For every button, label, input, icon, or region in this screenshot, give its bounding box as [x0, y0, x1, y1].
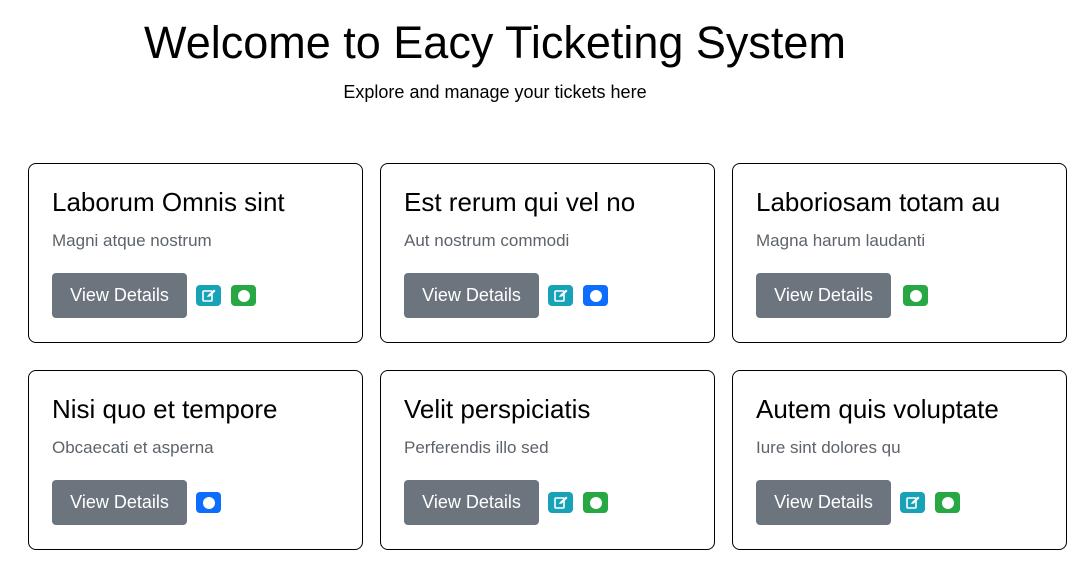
edit-icon[interactable]	[900, 492, 925, 513]
blue-status-icon[interactable]	[583, 285, 608, 306]
green-status-icon[interactable]	[903, 285, 928, 306]
ticket-card: Laborum Omnis sint Magni atque nostrum V…	[28, 163, 363, 343]
status-dot	[941, 496, 954, 509]
ticket-card: Laboriosam totam au Magna harum laudanti…	[732, 163, 1067, 343]
ticket-actions: View Details	[52, 480, 339, 525]
green-status-icon[interactable]	[231, 285, 256, 306]
ticket-card: Velit perspiciatis Perferendis illo sed …	[380, 370, 715, 550]
status-dot	[589, 289, 602, 302]
edit-icon-glyph	[553, 289, 567, 302]
page-subtitle: Explore and manage your tickets here	[343, 82, 647, 102]
edit-icon-glyph	[201, 289, 215, 302]
ticket-actions: View Details	[404, 273, 691, 318]
ticket-card: Nisi quo et tempore Obcaecati et asperna…	[28, 370, 363, 550]
ticket-title: Est rerum qui vel no	[404, 187, 636, 217]
ticket-description: Aut nostrum commodi	[404, 231, 570, 250]
ticket-title: Nisi quo et tempore	[52, 394, 278, 424]
edit-icon[interactable]	[548, 492, 573, 513]
ticket-actions: View Details	[52, 273, 339, 318]
ticket-description: Magni atque nostrum	[52, 231, 212, 250]
edit-icon-glyph	[553, 496, 567, 509]
ticket-description: Magna harum laudanti	[756, 231, 926, 250]
edit-icon-glyph	[905, 496, 919, 509]
ticket-grid: Laborum Omnis sint Magni atque nostrum V…	[28, 163, 1067, 550]
ticket-title: Laborum Omnis sint	[52, 187, 285, 217]
view-details-button[interactable]: View Details	[756, 273, 891, 318]
page-header: Welcome to Eacy Ticketing System Explore…	[0, 0, 990, 103]
ticket-title: Laboriosam totam au	[756, 187, 1001, 217]
view-details-button[interactable]: View Details	[404, 273, 539, 318]
view-details-button[interactable]: View Details	[52, 273, 187, 318]
page-title: Welcome to Eacy Ticketing System	[144, 17, 846, 68]
ticket-description: Obcaecati et asperna	[52, 438, 214, 457]
ticket-description: Perferendis illo sed	[404, 438, 549, 457]
status-dot	[202, 496, 215, 509]
green-status-icon[interactable]	[583, 492, 608, 513]
status-dot	[589, 496, 602, 509]
ticket-card: Est rerum qui vel no Aut nostrum commodi…	[380, 163, 715, 343]
ticket-description: Iure sint dolores qu	[756, 438, 901, 457]
edit-icon[interactable]	[548, 285, 573, 306]
ticket-title: Velit perspiciatis	[404, 394, 591, 424]
status-dot	[909, 289, 922, 302]
ticket-actions: View Details	[404, 480, 691, 525]
view-details-button[interactable]: View Details	[52, 480, 187, 525]
ticket-card: Autem quis voluptate Iure sint dolores q…	[732, 370, 1067, 550]
view-details-button[interactable]: View Details	[404, 480, 539, 525]
blue-status-icon[interactable]	[196, 492, 221, 513]
ticket-title: Autem quis voluptate	[756, 394, 999, 424]
ticket-actions: View Details	[756, 273, 1043, 318]
green-status-icon[interactable]	[935, 492, 960, 513]
ticket-actions: View Details	[756, 480, 1043, 525]
edit-icon[interactable]	[196, 285, 221, 306]
page: Welcome to Eacy Ticketing System Explore…	[0, 0, 1090, 570]
view-details-button[interactable]: View Details	[756, 480, 891, 525]
status-dot	[237, 289, 250, 302]
